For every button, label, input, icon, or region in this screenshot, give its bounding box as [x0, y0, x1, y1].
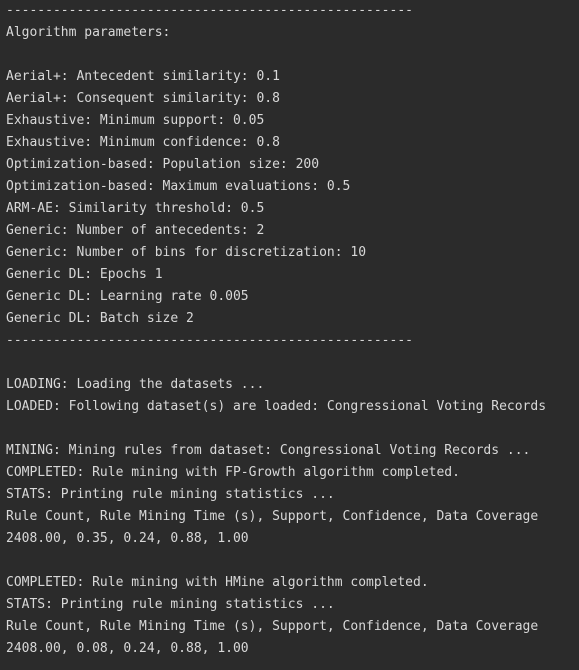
console-line: Generic DL: Learning rate 0.005	[6, 289, 249, 304]
console-line: COMPLETED: Rule mining with HMine algori…	[6, 575, 429, 590]
console-line: Generic DL: Batch size 2	[6, 311, 194, 326]
separator-line: ----------------------------------------…	[6, 333, 413, 348]
stats-header-line: Rule Count, Rule Mining Time (s), Suppor…	[6, 619, 539, 634]
console-line: Optimization-based: Maximum evaluations:…	[6, 179, 351, 194]
console-line: LOADED: Following dataset(s) are loaded:…	[6, 399, 547, 414]
console-line: STATS: Printing rule mining statistics .…	[6, 487, 335, 502]
console-line: Generic: Number of bins for discretizati…	[6, 245, 367, 260]
stats-values-line: 2408.00, 0.35, 0.24, 0.88, 1.00	[6, 531, 249, 546]
console-line: LOADING: Loading the datasets ...	[6, 377, 265, 392]
console-line: Generic DL: Epochs 1	[6, 267, 163, 282]
stats-values-line: 2408.00, 0.08, 0.24, 0.88, 1.00	[6, 641, 249, 656]
separator-line: ----------------------------------------…	[6, 3, 413, 18]
console-line: STATS: Printing rule mining statistics .…	[6, 597, 335, 612]
console-line: Aerial+: Antecedent similarity: 0.1	[6, 69, 280, 84]
stats-header-line: Rule Count, Rule Mining Time (s), Suppor…	[6, 509, 539, 524]
console-line: Optimization-based: Population size: 200	[6, 157, 320, 172]
console-line: Aerial+: Consequent similarity: 0.8	[6, 91, 280, 106]
console-line: Algorithm parameters:	[6, 25, 171, 40]
console-line: Exhaustive: Minimum support: 0.05	[6, 113, 265, 128]
console-line: MINING: Mining rules from dataset: Congr…	[6, 443, 531, 458]
console-output[interactable]: ----------------------------------------…	[0, 0, 579, 670]
console-line: COMPLETED: Rule mining with FP-Growth al…	[6, 465, 460, 480]
console-line: Generic: Number of antecedents: 2	[6, 223, 265, 238]
console-line: ARM-AE: Similarity threshold: 0.5	[6, 201, 265, 216]
console-line: Exhaustive: Minimum confidence: 0.8	[6, 135, 280, 150]
